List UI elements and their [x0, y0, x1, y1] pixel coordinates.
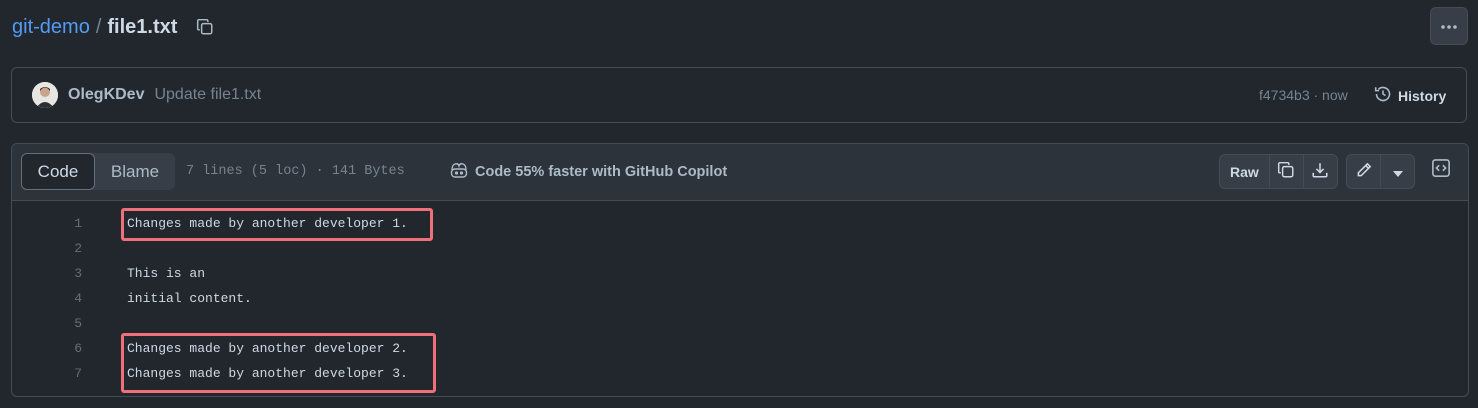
- line-number[interactable]: 5: [12, 316, 82, 331]
- raw-actions-group: Raw: [1219, 154, 1338, 189]
- repo-link[interactable]: git-demo: [12, 16, 90, 39]
- code-line: 4 initial content.: [12, 286, 1468, 311]
- download-button[interactable]: [1302, 155, 1337, 188]
- copy-icon[interactable]: [195, 17, 215, 37]
- file-viewer: Code Blame 7 lines (5 loc) · 141 Bytes C…: [11, 143, 1469, 397]
- line-number[interactable]: 4: [12, 291, 82, 306]
- line-number[interactable]: 6: [12, 341, 82, 356]
- latest-commit-bar: OlegKDev Update file1.txt f4734b3 · now …: [11, 67, 1467, 123]
- symbols-panel-button[interactable]: [1428, 157, 1454, 183]
- copilot-icon: [449, 161, 469, 183]
- line-number[interactable]: 7: [12, 366, 82, 381]
- history-label: History: [1398, 87, 1447, 104]
- highlight-box: [121, 208, 433, 241]
- caret-down-icon: [1392, 164, 1403, 180]
- kebab-icon: [1440, 17, 1458, 35]
- edit-button[interactable]: [1347, 155, 1380, 188]
- edit-actions-group: [1346, 154, 1415, 189]
- file-info: 7 lines (5 loc) · 141 Bytes: [186, 164, 405, 179]
- line-number[interactable]: 1: [12, 216, 82, 231]
- breadcrumb-separator: /: [95, 15, 102, 38]
- line-content: initial content.: [127, 291, 252, 306]
- pencil-icon: [1355, 161, 1373, 182]
- breadcrumb: git-demo / file1.txt: [12, 14, 215, 40]
- code-line: 3 This is an: [12, 261, 1468, 286]
- copilot-link[interactable]: Code 55% faster with GitHub Copilot: [449, 161, 727, 183]
- copilot-label: Code 55% faster with GitHub Copilot: [475, 164, 728, 180]
- line-content: This is an: [127, 266, 206, 281]
- file-name: file1.txt: [107, 15, 178, 38]
- tab-code[interactable]: Code: [21, 153, 95, 190]
- file-header: Code Blame 7 lines (5 loc) · 141 Bytes C…: [12, 144, 1468, 201]
- history-button[interactable]: History: [1374, 85, 1446, 106]
- history-icon: [1374, 85, 1392, 106]
- line-number[interactable]: 3: [12, 266, 82, 281]
- highlight-box: [121, 333, 436, 393]
- line-number[interactable]: 2: [12, 241, 82, 256]
- more-options-button[interactable]: [1430, 7, 1468, 45]
- copy-raw-button[interactable]: [1268, 155, 1303, 188]
- commit-author[interactable]: OlegKDev: [68, 86, 144, 104]
- copy-icon: [1277, 161, 1295, 182]
- edit-dropdown-button[interactable]: [1380, 155, 1414, 188]
- download-icon: [1311, 161, 1329, 182]
- avatar[interactable]: [32, 82, 58, 108]
- raw-button[interactable]: Raw: [1220, 155, 1269, 188]
- commit-sha-time[interactable]: f4734b3 · now: [1259, 87, 1348, 103]
- tab-blame[interactable]: Blame: [95, 153, 175, 190]
- code-square-icon: [1431, 158, 1451, 183]
- commit-message[interactable]: Update file1.txt: [154, 86, 261, 104]
- view-toggle: Code Blame: [21, 153, 175, 190]
